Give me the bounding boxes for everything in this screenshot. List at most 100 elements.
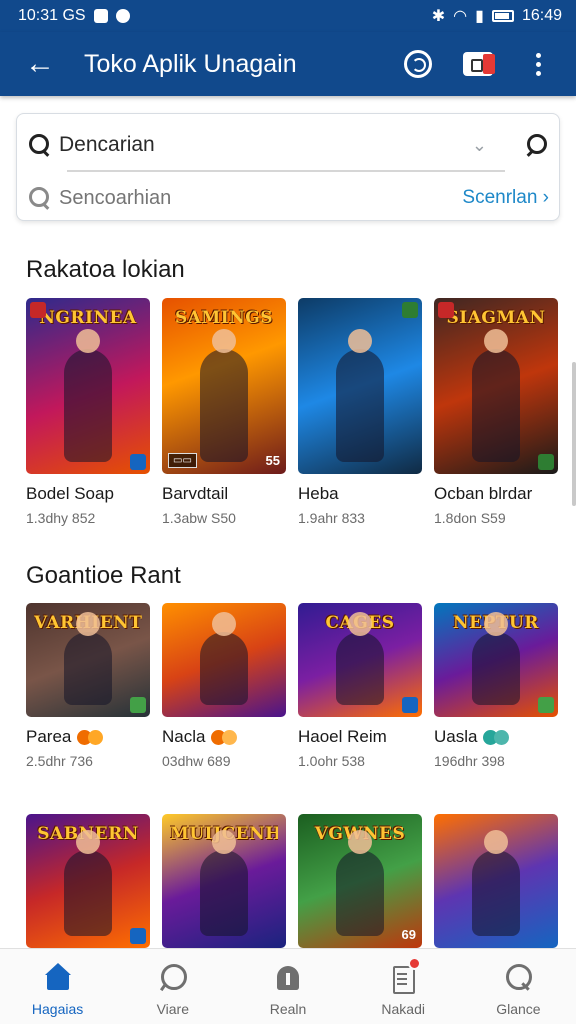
app-name-text: Nacla [162,727,206,746]
search-input[interactable] [59,133,472,157]
app-grid-row-2: VARHIENT Parea 2.5dhr 736 Nacla 03dhw 68… [26,603,558,769]
app-meta: 1.9ahr 833 [298,510,365,526]
app-name-text: Uasla [434,727,478,746]
app-card[interactable]: NEPTUR Uasla 196dhr 398 [434,603,558,769]
app-name: Haoel Reim [298,727,422,747]
nav-item-notes[interactable]: Nakadi [346,949,461,1024]
app-thumbnail[interactable]: CAGES [298,603,422,717]
corner-badge-icon [402,302,418,318]
app-thumbnail[interactable]: MUIJCENHS [162,814,286,948]
app-thumbnail[interactable]: VGWNES69 [298,814,422,948]
app-thumbnail[interactable] [434,814,558,948]
character-figure [200,329,248,462]
character-figure [64,830,112,936]
scrollbar[interactable] [572,362,576,506]
store-button[interactable] [454,40,502,88]
app-thumbnail[interactable]: NEPTUR [434,603,558,717]
secondary-search-input[interactable] [59,186,463,210]
app-name: Parea [26,727,150,747]
chevron-down-icon[interactable]: ⌄ [472,135,487,156]
character-figure [200,612,248,705]
corner-badge-icon [538,454,554,470]
status-left-text: 10:31 GS [18,7,86,24]
nav-item-home[interactable]: Hagaias [0,949,115,1024]
app-bar: ← Toko Aplik Unagain [0,32,576,96]
search-divider [67,170,505,172]
nav-label: Viare [156,1001,190,1017]
app-thumbnail[interactable]: SAMINGS ▭▭ 55 [162,298,286,474]
bluetooth-icon: ✱ [431,8,446,25]
back-button[interactable]: ← [16,40,64,88]
app-card[interactable]: NGRINEA Bodel Soap 1.3dhy 852 [26,298,150,526]
app-notification-icon [115,9,130,23]
character-figure [200,830,248,936]
sync-icon [404,50,432,78]
tag-box: ▭▭ [168,453,197,468]
nav-item-search[interactable]: Glance [461,949,576,1024]
character-figure [64,612,112,705]
app-name: Uasla [434,727,558,747]
notification-icon [93,9,108,23]
home-icon [44,963,72,991]
app-meta: 1.8don S59 [434,510,506,526]
status-left: 10:31 GS [18,7,130,25]
search-submit-icon[interactable] [527,134,549,156]
app-card[interactable]: SABNERN [26,814,150,948]
app-name-text: Haoel Reim [298,727,387,746]
badge-icon [438,302,454,318]
app-card[interactable]: SIAGMAN Ocban blrdar 1.8don S59 [434,298,558,526]
page-title: Toko Aplik Unagain [84,49,297,78]
notes-icon [389,957,422,994]
app-card[interactable]: Nacla 03dhw 689 [162,603,286,769]
thumbnail-banner: NGRINEA [39,308,137,328]
corner-badge-icon [402,697,418,713]
more-vert-icon [535,52,541,76]
app-card[interactable]: MUIJCENHS [162,814,286,948]
corner-number: 69 [401,927,416,942]
corner-badge-icon [130,454,146,470]
app-thumbnail[interactable]: VARHIENT [26,603,150,717]
sync-button[interactable] [394,40,442,88]
nav-item-tag[interactable]: Realn [230,949,345,1024]
app-thumbnail[interactable]: SABNERN [26,814,150,948]
store-icon [463,52,495,76]
status-right: ✱ ◠ ▮ 16:49 [432,6,562,26]
app-thumbnail[interactable] [298,298,422,474]
app-meta: 1.0ohr 538 [298,753,365,769]
app-meta: 196dhr 398 [434,753,505,769]
search-icon [29,134,51,156]
app-card[interactable]: SAMINGS ▭▭ 55 Barvdtail 1.3abw S50 [162,298,286,526]
badge-icon [30,302,46,318]
chat-icon [159,963,187,991]
app-card[interactable]: VGWNES69 [298,814,422,948]
app-meta: 1.3abw S50 [162,510,236,526]
app-card[interactable]: CAGES Haoel Reim 1.0ohr 538 [298,603,422,769]
app-card[interactable]: VARHIENT Parea 2.5dhr 736 [26,603,150,769]
rating-dot [494,729,510,745]
search-link[interactable]: Scenrlan › [462,187,549,209]
overflow-menu-button[interactable] [514,40,562,88]
section-title: Goantioe Rant [26,562,181,589]
app-thumbnail[interactable]: SIAGMAN [434,298,558,474]
app-meta: 03dhw 689 [162,753,231,769]
signal-icon: ▮ [475,8,484,25]
section-title: Rakatoa lokian [26,256,185,283]
bottom-nav: Hagaias Viare Realn Nakadi Glance [0,948,576,1024]
app-meta: 1.3dhy 852 [26,510,96,526]
character-figure [472,612,520,705]
nav-label: Realn [269,1001,307,1017]
app-thumbnail[interactable]: NGRINEA [26,298,150,474]
tag-icon [274,963,302,991]
app-name: Ocban blrdar [434,484,533,503]
nav-item-chat[interactable]: Viare [115,949,230,1024]
app-grid-row-3: SABNERN MUIJCENHS VGWNES69 [26,814,558,948]
app-card[interactable]: Heba 1.9ahr 833 [298,298,422,526]
thumbnail-banner: SAMINGS [174,308,274,328]
app-name-text: Parea [26,727,72,746]
search-card: ⌄ Scenrlan › [16,113,560,221]
search-icon-secondary [29,187,51,209]
app-thumbnail[interactable] [162,603,286,717]
app-grid-row-1: NGRINEA Bodel Soap 1.3dhy 852 SAMINGS ▭▭ 5… [26,298,558,526]
rating-dots [209,729,238,745]
app-card[interactable] [434,814,558,948]
